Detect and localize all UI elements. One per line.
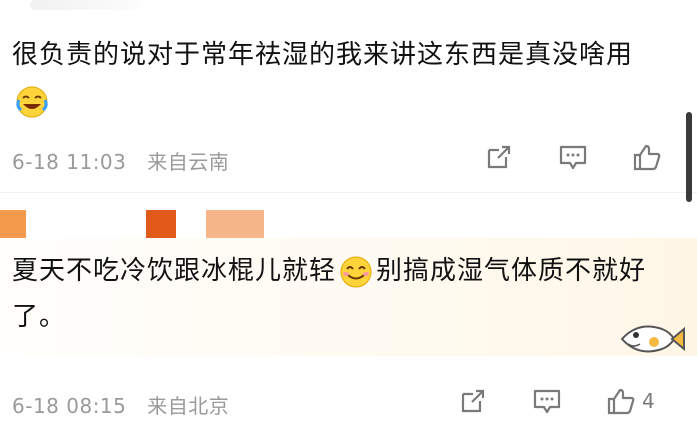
share-icon — [487, 145, 511, 169]
scrollbar[interactable] — [686, 112, 692, 202]
comment-1-source: 来自云南 — [147, 150, 230, 174]
comment-2-meta: 6-18 08:15 来自北京 — [12, 390, 243, 419]
comment-2-like-button[interactable]: 4 — [606, 384, 655, 418]
comment-1-actions — [484, 140, 674, 174]
smiling-emoji-icon — [338, 254, 374, 290]
comment-2-like-count: 4 — [642, 389, 655, 413]
laughing-crying-emoji-icon — [14, 84, 50, 120]
avatar-swatch-peach — [206, 210, 264, 238]
comment-2-reply-button[interactable] — [532, 384, 562, 418]
comment-1-date: 6-18 11:03 — [12, 150, 127, 174]
comment-1-share-button[interactable] — [484, 140, 514, 174]
comment-1-meta: 6-18 11:03 来自云南 — [12, 146, 243, 175]
share-icon — [461, 389, 485, 413]
comment-2-source: 来自北京 — [147, 394, 230, 418]
comment-2-actions: 4 — [458, 384, 678, 418]
comment-icon — [533, 389, 561, 414]
comment-1-body: 很负责的说对于常年祛湿的我来讲这东西是真没啥用 — [12, 40, 634, 70]
avatar-swatch-red — [146, 210, 176, 238]
comment-divider — [0, 192, 697, 193]
comment-2-date: 6-18 08:15 — [12, 394, 127, 418]
thumbs-up-icon — [633, 144, 661, 171]
comment-1-text: 很负责的说对于常年祛湿的我来讲这东西是真没啥用 — [12, 32, 672, 124]
faded-top-text — [30, 0, 140, 10]
comment-2-body-part1: 夏天不吃冷饮跟冰棍儿就轻 — [12, 256, 337, 286]
comment-2-text: 夏天不吃冷饮跟冰棍儿就轻 别搞成湿气体质不就好了。 — [12, 248, 652, 340]
comment-2-share-button[interactable] — [458, 384, 488, 418]
fish-sticker — [614, 318, 686, 360]
avatar-swatch-orange — [0, 210, 26, 238]
comment-1-reply-button[interactable] — [558, 140, 588, 174]
thumbs-up-icon — [607, 388, 635, 415]
comment-icon — [559, 145, 587, 170]
comment-1-like-button[interactable] — [632, 140, 662, 174]
